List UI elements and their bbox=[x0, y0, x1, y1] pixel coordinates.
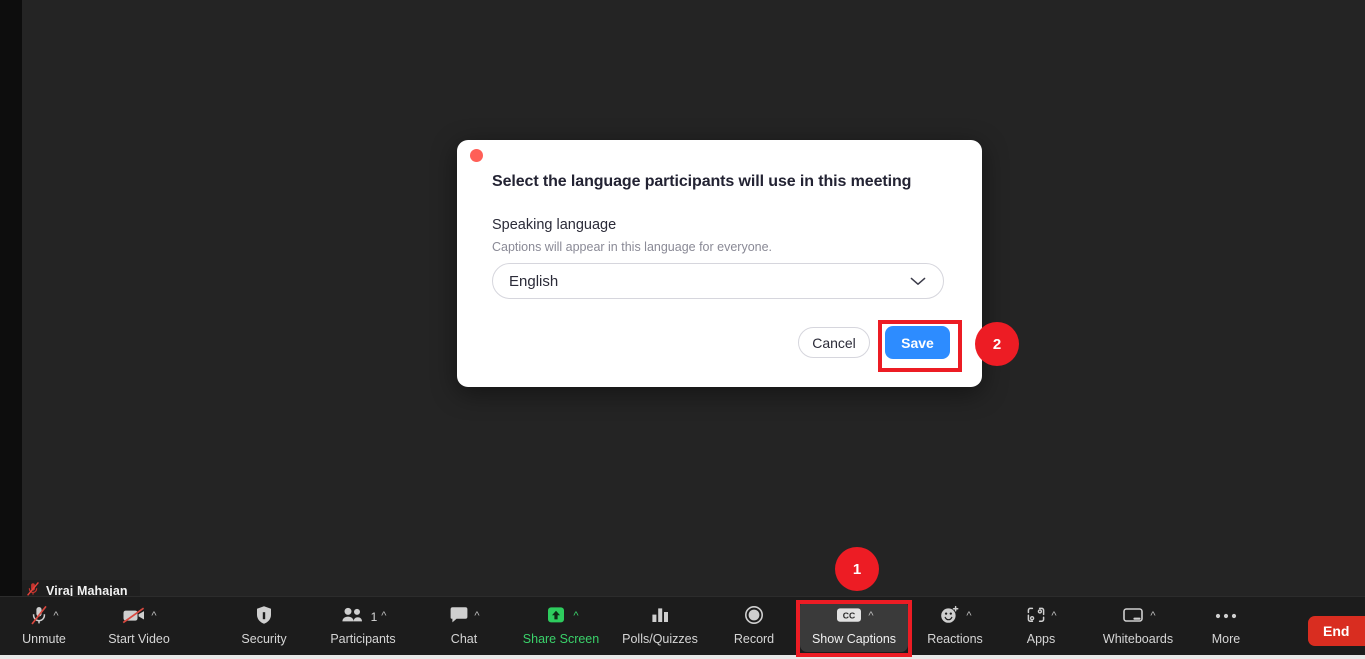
share-screen-icon bbox=[543, 604, 569, 631]
show-captions-icon-row: CC ^ bbox=[834, 604, 874, 630]
zoom-meeting-window: Viraj Mahajan ^ Unmute ^ Start Video Sec… bbox=[0, 0, 1365, 659]
shield-icon bbox=[254, 604, 274, 631]
speaking-language-label: Speaking language bbox=[492, 217, 617, 233]
save-button-label: Save bbox=[901, 334, 934, 351]
toolbar-item-apps[interactable]: ^ Apps bbox=[1010, 600, 1072, 652]
security-icon-row bbox=[254, 604, 274, 630]
polls-icon-row bbox=[649, 604, 671, 630]
toolbar-label-share-screen: Share Screen bbox=[522, 632, 600, 646]
close-window-dot[interactable] bbox=[470, 149, 483, 162]
closed-caption-icon: CC bbox=[834, 605, 864, 630]
speaking-language-help-text: Captions will appear in this language fo… bbox=[492, 240, 773, 254]
record-circle-icon bbox=[743, 604, 765, 631]
apps-icon bbox=[1025, 605, 1047, 630]
chevron-down-icon[interactable] bbox=[909, 275, 927, 287]
participants-count: 1 bbox=[370, 610, 378, 624]
unmute-icon-row: ^ bbox=[29, 604, 59, 631]
apps-icon-row: ^ bbox=[1025, 604, 1057, 630]
reactions-icon bbox=[938, 604, 962, 631]
participants-icon bbox=[340, 606, 366, 629]
chevron-up-icon[interactable]: ^ bbox=[868, 611, 873, 622]
toolbar-item-share-screen[interactable]: ^ Share Screen bbox=[518, 600, 604, 652]
step-badge-2: 2 bbox=[975, 322, 1019, 366]
toolbar-label-more: More bbox=[1211, 632, 1241, 646]
toolbar-label-reactions: Reactions bbox=[927, 632, 983, 646]
toolbar-item-record[interactable]: Record bbox=[724, 600, 784, 652]
toolbar-label-security: Security bbox=[241, 632, 287, 646]
chevron-up-icon[interactable]: ^ bbox=[1051, 611, 1056, 622]
chevron-up-icon[interactable]: ^ bbox=[151, 611, 156, 622]
toolbar-item-polls-quizzes[interactable]: Polls/Quizzes bbox=[614, 600, 706, 652]
toolbar-label-whiteboards: Whiteboards bbox=[1102, 632, 1174, 646]
whiteboards-icon-row: ^ bbox=[1120, 604, 1156, 630]
toolbar-label-participants: Participants bbox=[330, 632, 396, 646]
dialog-title: Select the language participants will us… bbox=[492, 173, 912, 190]
toolbar-label-chat: Chat bbox=[450, 632, 478, 646]
step-badge-1: 1 bbox=[835, 547, 879, 591]
share-screen-icon-row: ^ bbox=[543, 604, 579, 631]
toolbar-item-whiteboards[interactable]: ^ Whiteboards bbox=[1090, 600, 1186, 652]
cancel-button-label: Cancel bbox=[812, 334, 856, 351]
chevron-up-icon[interactable]: ^ bbox=[1150, 611, 1155, 622]
chevron-up-icon[interactable]: ^ bbox=[53, 611, 58, 622]
toolbar-item-security[interactable]: Security bbox=[232, 600, 296, 652]
chevron-up-icon[interactable]: ^ bbox=[381, 611, 386, 622]
ellipsis-icon bbox=[1213, 608, 1239, 626]
bar-chart-icon bbox=[649, 605, 671, 630]
speaking-language-select[interactable]: English bbox=[492, 263, 944, 299]
toolbar-item-chat[interactable]: ^ Chat bbox=[438, 600, 490, 652]
end-meeting-button[interactable]: End bbox=[1308, 616, 1365, 646]
speaking-language-dialog: Select the language participants will us… bbox=[457, 140, 982, 387]
chevron-up-icon[interactable]: ^ bbox=[573, 611, 578, 622]
save-button[interactable]: Save bbox=[885, 326, 950, 359]
window-left-edge bbox=[0, 0, 22, 659]
record-icon-row bbox=[743, 604, 765, 630]
cancel-button[interactable]: Cancel bbox=[798, 327, 870, 358]
window-bottom-edge bbox=[0, 655, 1365, 659]
chat-icon-row: ^ bbox=[448, 604, 480, 630]
whiteboard-icon bbox=[1120, 605, 1146, 630]
participants-icon-row: 1 ^ bbox=[340, 604, 386, 630]
start-video-icon-row: ^ bbox=[121, 604, 157, 630]
toolbar-item-more[interactable]: More bbox=[1198, 600, 1254, 652]
toolbar-label-start-video: Start Video bbox=[108, 632, 170, 646]
mic-muted-icon bbox=[29, 604, 49, 631]
reactions-icon-row: ^ bbox=[938, 604, 972, 631]
end-meeting-label: End bbox=[1323, 623, 1350, 639]
chat-bubble-icon bbox=[448, 605, 470, 630]
toolbar-label-apps: Apps bbox=[1026, 632, 1056, 646]
toolbar-item-participants[interactable]: 1 ^ Participants bbox=[318, 600, 408, 652]
toolbar-label-unmute: Unmute bbox=[22, 632, 66, 646]
toolbar-item-unmute[interactable]: ^ Unmute bbox=[14, 600, 74, 652]
toolbar-item-show-captions[interactable]: CC ^ Show Captions bbox=[800, 600, 908, 652]
speaking-language-value: English bbox=[509, 272, 559, 290]
toolbar-label-record: Record bbox=[733, 632, 775, 646]
video-off-icon bbox=[121, 605, 147, 630]
toolbar-label-polls-quizzes: Polls/Quizzes bbox=[622, 632, 698, 646]
meeting-controls-toolbar: ^ Unmute ^ Start Video Security 1 ^ Part… bbox=[0, 596, 1365, 655]
toolbar-item-reactions[interactable]: ^ Reactions bbox=[916, 600, 994, 652]
more-icon-row bbox=[1213, 604, 1239, 630]
svg-text:CC: CC bbox=[843, 610, 855, 620]
toolbar-item-start-video[interactable]: ^ Start Video bbox=[100, 600, 178, 652]
toolbar-label-show-captions: Show Captions bbox=[811, 632, 897, 646]
chevron-up-icon[interactable]: ^ bbox=[474, 611, 479, 622]
chevron-up-icon[interactable]: ^ bbox=[966, 611, 971, 622]
